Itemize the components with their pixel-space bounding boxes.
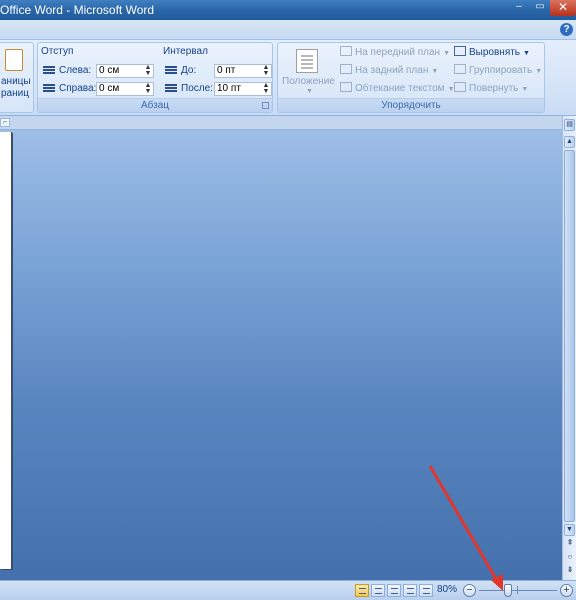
status-bar: 80% − + xyxy=(0,580,576,600)
rotate-button[interactable]: Повернуть ▼ xyxy=(454,82,528,96)
indent-left-field[interactable]: 0 см ▲ ▼ xyxy=(96,64,154,78)
document-workspace xyxy=(0,130,562,580)
zoom-out-icon[interactable]: − xyxy=(463,584,476,597)
chevron-down-icon: ▼ xyxy=(521,86,529,93)
text-wrapping-icon xyxy=(340,82,352,92)
ruler-strip: ⌐ xyxy=(0,116,576,130)
align-label: Выровнять xyxy=(469,47,521,58)
draft-view-button[interactable] xyxy=(419,584,433,597)
group-label: Группировать xyxy=(469,65,533,76)
indent-title: Отступ xyxy=(41,46,74,57)
title-bar: Office Word - Microsoft Word – ▭ ✕ xyxy=(0,0,576,20)
paragraph-group-label: Абзац xyxy=(38,98,272,112)
zoom-level[interactable]: 80% xyxy=(437,584,457,595)
position-icon[interactable] xyxy=(296,49,318,73)
arrange-group: Положение ▼ На передний план ▼ На задний … xyxy=(277,42,545,113)
arrange-group-label: Упорядочить xyxy=(278,98,544,112)
group-button[interactable]: Группировать ▼ xyxy=(454,64,542,78)
scroll-thumb[interactable] xyxy=(564,150,575,522)
spacing-after-icon xyxy=(165,84,177,94)
view-ruler-icon[interactable]: ▤ xyxy=(564,119,575,131)
scroll-up-button[interactable]: ▲ xyxy=(564,136,575,148)
print-layout-view-button[interactable] xyxy=(355,584,369,597)
minimize-button[interactable]: – xyxy=(510,0,528,16)
rotate-label: Повернуть xyxy=(469,83,519,94)
indent-left-icon xyxy=(43,66,55,76)
ribbon: аницы раниц Отступ Слева: 0 см ▲ ▼ Справа… xyxy=(0,40,576,116)
bring-forward-button[interactable]: На передний план ▼ xyxy=(340,46,450,60)
rotate-icon xyxy=(454,82,466,92)
spin-arrows-icon[interactable]: ▲ ▼ xyxy=(144,82,152,95)
chevron-down-icon: ▼ xyxy=(443,50,451,57)
chevron-down-icon: ▼ xyxy=(431,68,439,75)
spacing-before-label: До: xyxy=(181,65,197,76)
page-setup-group: аницы раниц xyxy=(0,42,34,113)
maximize-button[interactable]: ▭ xyxy=(531,0,549,16)
spacing-before-field[interactable]: 0 пт ▲ ▼ xyxy=(214,64,272,78)
pages-button-label[interactable]: аницы xyxy=(1,76,31,87)
spin-arrows-icon[interactable]: ▲ ▼ xyxy=(262,64,270,77)
pages-button-label-2[interactable]: раниц xyxy=(1,88,29,99)
chevron-down-icon: ▼ xyxy=(306,88,313,95)
indent-right-value: 0 см xyxy=(99,83,120,94)
paragraph-group: Отступ Слева: 0 см ▲ ▼ Справа: 0 см ▲ ▼ Ин… xyxy=(37,42,273,113)
text-wrapping-label: Обтекание текстом xyxy=(355,83,445,94)
align-icon xyxy=(454,46,466,56)
bring-forward-label: На передний план xyxy=(355,47,441,58)
dialog-launcher-icon[interactable] xyxy=(262,102,269,109)
send-backward-label: На задний план xyxy=(355,65,429,76)
page-borders-icon[interactable] xyxy=(5,49,23,71)
previous-page-icon[interactable]: ⇞ xyxy=(565,538,575,548)
tab-selector-icon[interactable]: ⌐ xyxy=(0,118,10,127)
indent-right-field[interactable]: 0 см ▲ ▼ xyxy=(96,82,154,96)
scroll-down-button[interactable]: ▼ xyxy=(564,524,575,536)
zoom-slider-thumb[interactable] xyxy=(504,584,512,597)
bring-forward-icon xyxy=(340,46,352,56)
vertical-scrollbar[interactable]: ▤ ▲ ▼ ⇞ ○ ⇟ xyxy=(562,116,576,580)
browse-object-icon[interactable]: ○ xyxy=(565,552,575,562)
zoom-in-icon[interactable]: + xyxy=(560,584,573,597)
position-button-label[interactable]: Положение xyxy=(282,76,335,87)
spacing-before-icon xyxy=(165,66,177,76)
outline-view-button[interactable] xyxy=(403,584,417,597)
indent-right-icon xyxy=(43,84,55,94)
spacing-after-field[interactable]: 10 пт ▲ ▼ xyxy=(214,82,272,96)
window-title: Office Word - Microsoft Word xyxy=(0,3,155,17)
align-button[interactable]: Выровнять ▼ xyxy=(454,46,530,60)
text-wrapping-button[interactable]: Обтекание текстом ▼ xyxy=(340,82,455,96)
ribbon-tab-strip: ? xyxy=(0,20,576,40)
spacing-before-value: 0 пт xyxy=(217,65,236,76)
next-page-icon[interactable]: ⇟ xyxy=(565,565,575,575)
help-icon[interactable]: ? xyxy=(560,23,573,36)
spin-arrows-icon[interactable]: ▲ ▼ xyxy=(262,82,270,95)
indent-right-label: Справа: xyxy=(59,83,97,94)
send-backward-icon xyxy=(340,64,352,74)
document-page[interactable] xyxy=(0,132,12,569)
zoom-slider-midmark xyxy=(517,586,518,594)
web-layout-view-button[interactable] xyxy=(387,584,401,597)
chevron-down-icon: ▼ xyxy=(523,50,530,57)
spacing-after-value: 10 пт xyxy=(217,83,241,94)
spacing-after-label: После: xyxy=(181,83,213,94)
spacing-title: Интервал xyxy=(163,46,208,57)
indent-left-label: Слева: xyxy=(59,65,92,76)
close-button[interactable]: ✕ xyxy=(550,0,576,16)
chevron-down-icon: ▼ xyxy=(535,68,543,75)
spin-arrows-icon[interactable]: ▲ ▼ xyxy=(144,64,152,77)
full-screen-reading-view-button[interactable] xyxy=(371,584,385,597)
zoom-slider-track[interactable] xyxy=(479,590,557,591)
send-backward-button[interactable]: На задний план ▼ xyxy=(340,64,438,78)
indent-left-value: 0 см xyxy=(99,65,120,76)
group-icon xyxy=(454,64,466,74)
